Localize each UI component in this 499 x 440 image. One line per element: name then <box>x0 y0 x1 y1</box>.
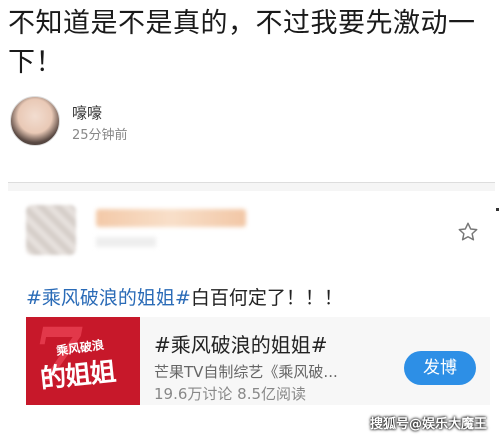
author-row[interactable]: 嚎嚎 25分钟前 <box>10 96 310 152</box>
topic-title: #乘风破浪的姐姐# <box>154 333 328 357</box>
topic-thumbnail: 7 乘风破浪 的姐姐 <box>26 317 140 405</box>
topic-share-card[interactable]: 7 乘风破浪 的姐姐 #乘风破浪的姐姐# 芒果TV自制综艺《乘风破... 19.… <box>26 317 490 405</box>
hashtag-link[interactable]: #乘风破浪的姐姐# <box>26 287 191 309</box>
blurred-avatar <box>26 205 76 255</box>
blurred-username <box>96 209 246 227</box>
blurred-meta <box>96 237 156 247</box>
author-name[interactable]: 嚎嚎 <box>72 102 102 123</box>
topic-subtitle: 芒果TV自制综艺《乘风破... <box>154 363 338 381</box>
post-time: 25分钟前 <box>72 128 128 143</box>
post-button[interactable]: 发博 <box>404 351 476 385</box>
star-icon[interactable] <box>457 221 479 243</box>
post-body: 白百何定了！！！ <box>190 287 343 309</box>
thumb-text-big: 的姐姐 <box>38 357 117 395</box>
avatar[interactable] <box>10 96 60 146</box>
headline-text: 不知道是不是真的，不过我要先激动一下！ <box>8 8 476 78</box>
watermark: 搜狐号@娱乐大魔王 <box>369 417 487 432</box>
weibo-post-card: #乘风破浪的姐姐#白百何定了！！！ 7 乘风破浪 的姐姐 #乘风破浪的姐姐# 芒… <box>8 191 495 440</box>
topic-stats: 19.6万讨论 8.5亿阅读 <box>154 385 307 403</box>
embedded-screenshot: #乘风破浪的姐姐#白百何定了！！！ 7 乘风破浪 的姐姐 #乘风破浪的姐姐# 芒… <box>8 182 495 440</box>
post-text: #乘风破浪的姐姐#白百何定了！！！ <box>26 283 343 310</box>
